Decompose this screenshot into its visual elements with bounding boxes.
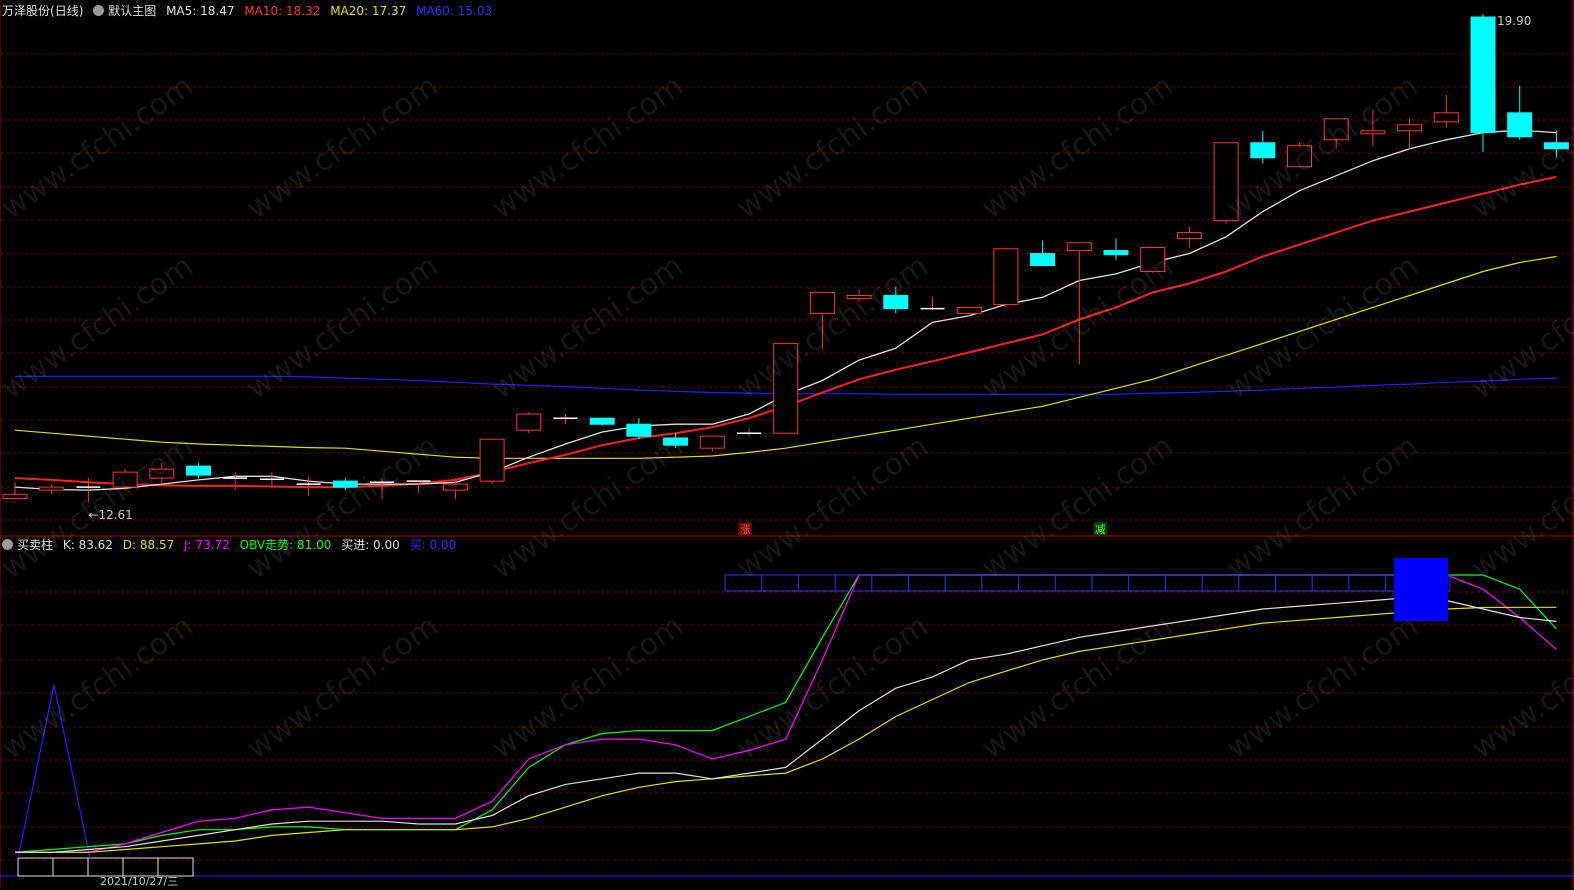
sell-block xyxy=(1394,558,1448,621)
candle-up xyxy=(1140,247,1166,273)
candle-down xyxy=(663,437,689,446)
candle-up xyxy=(956,306,982,314)
low-price-marker: ←12.61 xyxy=(88,508,132,522)
candle-up xyxy=(112,471,138,488)
candle-down xyxy=(1507,112,1533,138)
candle-up xyxy=(1323,118,1349,141)
candle-down xyxy=(626,423,652,437)
buy-spike xyxy=(17,684,91,859)
candle-up xyxy=(809,291,835,314)
ma10-line xyxy=(14,175,1557,489)
signal-band xyxy=(724,574,1451,592)
buy-in-value: 买进: 0.00 xyxy=(341,538,400,552)
main-chart-header: 万泽股份(日线) 默认主图 MA5: 18.47 MA10: 18.32 MA2… xyxy=(2,3,498,19)
indicator-k-line xyxy=(15,596,1557,853)
candle-down xyxy=(883,294,909,310)
candle-up xyxy=(1287,145,1312,168)
ma5-line xyxy=(14,129,1557,491)
ma60-value: MA60: 15.03 xyxy=(416,4,493,18)
candle-up xyxy=(516,413,542,431)
ma10-value: MA10: 18.32 xyxy=(244,4,321,18)
high-price-marker: 19.90 xyxy=(1497,14,1531,28)
candle-down xyxy=(1470,16,1496,134)
d-value: D: 88.57 xyxy=(122,538,175,552)
candle-up xyxy=(773,342,799,434)
current-date: 2021/10/27/三 xyxy=(100,875,179,888)
ma20-value: MA20: 17.37 xyxy=(330,4,407,18)
indicator-obv-line xyxy=(14,574,1557,853)
candle-down xyxy=(1030,253,1056,267)
candle-up xyxy=(1066,242,1092,252)
indicator-j-line xyxy=(15,574,1557,853)
candle-down xyxy=(186,465,211,476)
indicator-name[interactable]: 买卖柱 xyxy=(17,538,53,552)
candle-down xyxy=(589,417,615,425)
settings-icon[interactable] xyxy=(2,539,13,550)
candle-up xyxy=(442,483,468,491)
buy-box xyxy=(52,857,89,877)
buy-value: 买: 0.00 xyxy=(409,538,457,552)
obv-value: OBV走势: 81.00 xyxy=(239,538,332,552)
candle-up xyxy=(1397,124,1423,132)
zhang-signal: 涨 xyxy=(740,523,751,536)
stock-chart: 19.90 ←12.61 涨 减 xyxy=(0,0,1574,888)
candle-up xyxy=(993,248,1019,305)
candle-down xyxy=(1250,142,1276,159)
jian-signal: 减 xyxy=(1095,523,1106,536)
candle-up xyxy=(1433,112,1459,123)
ma5-value: MA5: 18.47 xyxy=(166,4,235,18)
k-value: K: 83.62 xyxy=(62,538,113,552)
settings-icon[interactable] xyxy=(93,5,105,16)
candle-up xyxy=(699,435,725,449)
period-label[interactable]: (日线) xyxy=(50,4,83,18)
j-value: J: 73.72 xyxy=(184,538,230,552)
candle-up xyxy=(39,486,65,491)
candle-down xyxy=(1543,142,1569,150)
candle-up xyxy=(1176,232,1202,240)
candle-down xyxy=(1103,250,1129,256)
candle-up xyxy=(479,438,505,482)
candle-up xyxy=(1213,142,1239,222)
candle-up xyxy=(149,468,175,479)
candle-up xyxy=(1360,130,1386,135)
buy-box xyxy=(17,857,54,877)
indicator-header: 买卖柱 K: 83.62 D: 88.57 J: 73.72 OBV走势: 81… xyxy=(2,537,462,553)
stock-name[interactable]: 万泽股份 xyxy=(2,4,50,18)
chart-template-label[interactable]: 默认主图 xyxy=(108,4,156,18)
candle-up xyxy=(846,294,872,299)
candle-down xyxy=(332,480,358,488)
candle-up xyxy=(2,493,28,499)
